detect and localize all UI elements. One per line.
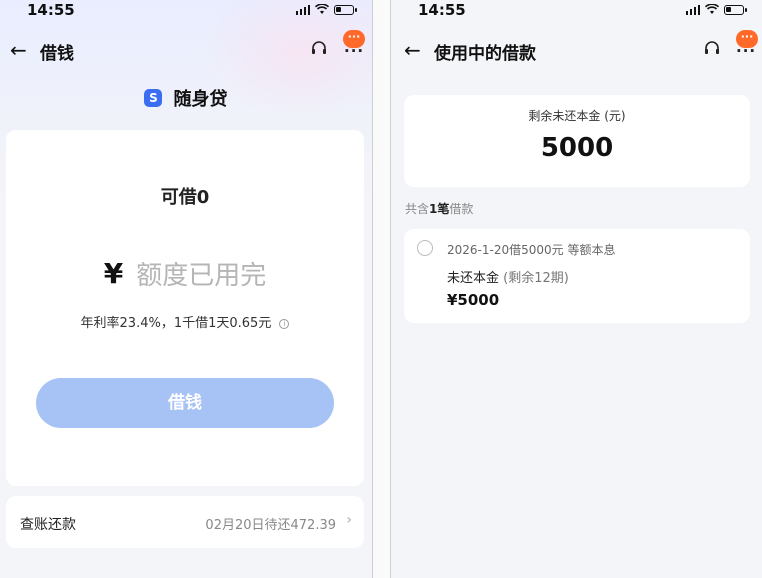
product-header: S 随身贷 bbox=[0, 85, 372, 111]
status-icons bbox=[296, 4, 357, 15]
credit-card: 可借0 ¥ 额度已用完 年利率23.4%，1千借1天0.65元 i 借钱 bbox=[6, 130, 364, 486]
loan-count-prefix: 共含 bbox=[405, 202, 430, 216]
borrow-button[interactable]: 借钱 bbox=[36, 378, 334, 428]
brand-logo-icon: S bbox=[144, 89, 163, 107]
available-amount-label: 可借0 bbox=[160, 187, 210, 208]
loan-count-number: 1笔 bbox=[429, 202, 450, 216]
left-screen: 14:55 ← 借钱 ··· ··· S 随身贷 可借0 ¥ 额度已用完 年利率… bbox=[0, 0, 372, 578]
right-screen: 14:55 ← 使用中的借款 ··· ··· 剩余未还本金 (元) 5000 共… bbox=[391, 0, 762, 578]
interest-rate-text: 年利率23.4%，1千借1天0.65元 i bbox=[6, 312, 364, 331]
back-arrow-icon[interactable]: ← bbox=[10, 38, 27, 62]
loan-amount: ¥5000 bbox=[447, 291, 500, 309]
amount-display: ¥ 额度已用完 bbox=[6, 255, 364, 292]
screen-divider bbox=[372, 0, 391, 578]
status-bar: 14:55 bbox=[391, 0, 762, 22]
status-bar: 14:55 bbox=[0, 0, 372, 22]
battery-icon bbox=[334, 4, 357, 15]
page-title: 使用中的借款 bbox=[434, 44, 536, 64]
bill-repay-row[interactable]: 查账还款 02月20日待还472.39 › bbox=[6, 496, 364, 548]
notification-badge[interactable]: ··· bbox=[736, 30, 758, 48]
repay-due-text: 02月20日待还472.39 bbox=[205, 518, 336, 533]
remaining-terms: (剩余12期) bbox=[503, 271, 569, 286]
wifi-icon bbox=[705, 4, 719, 14]
headset-icon[interactable] bbox=[310, 39, 328, 57]
info-icon[interactable]: i bbox=[279, 318, 290, 329]
nav-bar: ← 借钱 ··· ··· bbox=[0, 30, 372, 70]
back-arrow-icon[interactable]: ← bbox=[404, 38, 421, 62]
loan-description: 2026-1-20借5000元 等额本息 bbox=[447, 243, 616, 257]
signal-icon bbox=[686, 4, 700, 15]
status-icons bbox=[686, 4, 747, 15]
wifi-icon bbox=[315, 4, 329, 14]
loan-count-text: 共含1笔借款 bbox=[405, 200, 473, 217]
headset-icon[interactable] bbox=[703, 39, 721, 57]
page-title: 借钱 bbox=[40, 44, 74, 64]
remaining-principal-card: 剩余未还本金 (元) 5000 bbox=[404, 95, 750, 187]
amount-status: 额度已用完 bbox=[136, 261, 267, 291]
nav-bar: ← 使用中的借款 ··· ··· bbox=[391, 30, 762, 70]
signal-icon bbox=[296, 4, 310, 15]
loan-item[interactable]: 2026-1-20借5000元 等额本息 未还本金 (剩余12期) ¥5000 bbox=[404, 229, 750, 323]
outstanding-principal-label: 未还本金 (剩余12期) bbox=[447, 267, 569, 286]
status-time: 14:55 bbox=[27, 1, 75, 19]
status-time: 14:55 bbox=[418, 1, 466, 19]
battery-icon bbox=[724, 4, 747, 15]
loan-count-suffix: 借款 bbox=[449, 202, 474, 216]
currency-symbol: ¥ bbox=[103, 257, 124, 290]
product-name: 随身贷 bbox=[173, 89, 228, 110]
remaining-principal-label: 剩余未还本金 (元) bbox=[528, 109, 626, 123]
outstanding-label: 未还本金 bbox=[447, 271, 500, 286]
radio-icon[interactable] bbox=[417, 240, 433, 256]
chevron-right-icon: › bbox=[346, 512, 352, 528]
bill-repay-label: 查账还款 bbox=[20, 517, 76, 533]
notification-badge[interactable]: ··· bbox=[343, 30, 365, 48]
rate-label: 年利率23.4%，1千借1天0.65元 bbox=[80, 316, 272, 331]
remaining-principal-value: 5000 bbox=[540, 133, 614, 163]
